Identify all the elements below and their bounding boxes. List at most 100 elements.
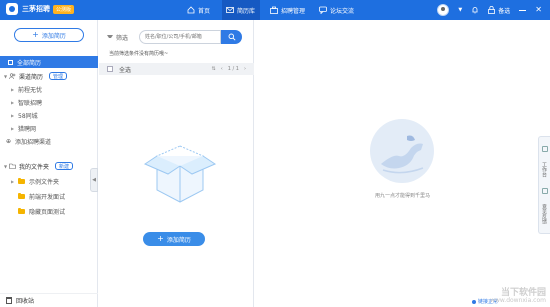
nav-home[interactable]: 首页 — [183, 0, 219, 20]
side-toolbar: 工作台 意见反馈 — [538, 136, 550, 234]
sidebar-item-all-resumes[interactable]: 全部简历 — [0, 56, 98, 68]
chat-icon — [319, 6, 327, 14]
watermark: 当下软件园 www.downxia.com — [490, 288, 546, 305]
mail-icon — [226, 7, 234, 13]
nav-resume-library[interactable]: 简历库 — [222, 0, 260, 20]
logo-icon — [6, 3, 18, 15]
page-indicator: 1 / 1 — [227, 66, 239, 72]
trash-icon — [6, 297, 12, 304]
avatar[interactable] — [437, 4, 450, 16]
empty-state-text: 用九一点才能得到千里马 — [374, 193, 430, 199]
status-dot-icon — [471, 299, 476, 304]
add-resume-label: 添加简历 — [166, 236, 191, 244]
backup-button[interactable]: 备选 — [488, 6, 510, 15]
sort-icon[interactable]: ⇅ — [212, 66, 216, 72]
backup-label: 备选 — [498, 7, 511, 15]
sidebar-item-label: 58同城 — [18, 112, 38, 120]
sidebar-add-resume-label: 添加简历 — [41, 32, 66, 40]
list-header: 全选 ⇅ ‹ 1 / 1 › — [99, 63, 254, 75]
triangle-right-icon: ▶ — [11, 178, 15, 184]
nav-recruit-label: 招聘管理 — [281, 7, 306, 15]
watermark-url: www.downxia.com — [490, 297, 546, 305]
empty-box-illustration — [143, 145, 217, 203]
bell-icon[interactable] — [471, 6, 479, 14]
triangle-right-icon: ▶ — [11, 99, 15, 105]
sidebar-recycle-bin[interactable]: 回收站 — [0, 293, 98, 307]
chevron-right-icon[interactable]: › — [244, 66, 246, 72]
list-icon — [8, 59, 13, 65]
workbench-button[interactable]: 工作台 — [541, 162, 548, 177]
filter-icon — [107, 35, 113, 40]
sidebar-item-label: 智联招聘 — [18, 99, 43, 107]
resume-list-pane: ◀ 筛选 当前筛选条件没有简历哦~ 全选 ⇅ ‹ 1 / 1 › + 添加简历 — [90, 20, 254, 307]
sidebar-item-label: 隐藏页面测试 — [29, 208, 66, 216]
folder-icon — [18, 177, 25, 184]
sidebar-item-channel[interactable]: ▶ 前程无忧 — [0, 83, 98, 95]
nav-home-label: 首页 — [198, 7, 211, 15]
list-pagination: ⇅ ‹ 1 / 1 › — [212, 63, 246, 75]
nav-forum-label: 论坛交流 — [330, 7, 355, 15]
search-button[interactable] — [221, 30, 242, 44]
sidebar-item-label: 猎聘网 — [18, 125, 37, 133]
select-all-checkbox[interactable] — [107, 66, 113, 72]
search-icon — [228, 33, 236, 41]
manage-tag-button[interactable]: 管理 — [49, 72, 68, 80]
triangle-right-icon: ▶ — [11, 112, 15, 118]
sidebar-item-label: 回收站 — [16, 298, 35, 305]
add-resume-button[interactable]: + 添加简历 — [143, 232, 205, 246]
feedback-button[interactable]: 意见反馈 — [541, 204, 548, 224]
plus-icon: + — [32, 30, 39, 39]
briefcase-icon — [270, 6, 278, 14]
sidebar-item-folder[interactable]: 隐藏页面测试 — [0, 205, 98, 217]
sidebar-item-folder[interactable]: ▶ 示例文件夹 — [0, 175, 98, 187]
sidebar-add-resume-button[interactable]: + 添加简历 — [14, 28, 84, 42]
beta-badge: 公测版 — [53, 4, 75, 14]
folder-icon — [18, 192, 25, 199]
nav-recruit-manage[interactable]: 招聘管理 — [266, 0, 310, 20]
sidebar-group-folders[interactable]: ▼ 我的文件夹 新建 — [0, 160, 98, 172]
resume-detail-pane: 用九一点才能得到千里马 工作台 意见反馈 链接正常 — [255, 20, 550, 307]
folder-icon — [18, 207, 25, 214]
search-input[interactable] — [139, 30, 221, 44]
sidebar-group-label: 我的文件夹 — [19, 163, 50, 171]
plus-icon: + — [157, 234, 164, 243]
close-icon[interactable]: ✕ — [535, 6, 542, 14]
sidebar-item-channel[interactable]: ▶ 58同城 — [0, 109, 98, 121]
nav-forum[interactable]: 论坛交流 — [315, 0, 359, 20]
filter-button[interactable]: 筛选 — [107, 33, 128, 42]
sidebar: + 添加简历 全部简历 ▼ 渠道简历 管理 ▶ 前程无忧 ▶ 智联招聘 ▶ 58… — [0, 20, 98, 307]
people-icon — [9, 73, 16, 79]
workbench-icon[interactable] — [541, 146, 548, 153]
chevron-left-icon: ◀ — [92, 177, 96, 183]
feedback-icon[interactable] — [541, 187, 548, 194]
minimize-icon[interactable] — [519, 9, 527, 11]
triangle-right-icon: ▶ — [11, 86, 15, 92]
sidebar-item-folder[interactable]: 前端开发面试 — [0, 190, 98, 202]
chevron-left-icon[interactable]: ‹ — [221, 66, 223, 72]
collapse-sidebar-handle[interactable]: ◀ — [90, 168, 98, 192]
triangle-right-icon: ▶ — [11, 125, 15, 131]
sidebar-item-channel[interactable]: ▶ 猎聘网 — [0, 122, 98, 134]
nav-resume-label: 简历库 — [237, 7, 256, 15]
sidebar-item-label: 添加招聘渠道 — [15, 138, 52, 146]
sidebar-item-label: 示例文件夹 — [29, 178, 60, 186]
sidebar-item-channel[interactable]: ▶ 智联招聘 — [0, 96, 98, 108]
app-logo[interactable]: 三茅招聘 公测版 — [6, 3, 75, 15]
filter-label: 筛选 — [116, 35, 129, 42]
sidebar-item-label: 前端开发面试 — [29, 193, 66, 201]
top-right-tools: ▼ 备选 ✕ — [437, 0, 542, 20]
sidebar-group-channels[interactable]: ▼ 渠道简历 管理 — [0, 70, 98, 82]
sidebar-add-channel[interactable]: ⊕ 添加招聘渠道 — [0, 135, 98, 147]
folder-outline-icon — [9, 163, 16, 169]
lock-icon — [488, 6, 496, 14]
empty-filter-hint: 当前筛选条件没有简历哦~ — [109, 51, 169, 57]
sidebar-item-label: 全部简历 — [17, 59, 42, 67]
app-name: 三茅招聘 — [22, 5, 50, 13]
sidebar-group-label: 渠道简历 — [19, 73, 44, 81]
chevron-down-icon[interactable]: ▼ — [458, 7, 462, 13]
select-all-label: 全选 — [119, 66, 132, 74]
sidebar-item-label: 前程无忧 — [18, 86, 43, 94]
top-bar: 三茅招聘 公测版 首页 简历库 招聘管理 论坛交流 ▼ 备选 ✕ — [0, 0, 550, 20]
new-folder-tag-button[interactable]: 新建 — [55, 162, 74, 170]
home-icon — [187, 6, 195, 14]
